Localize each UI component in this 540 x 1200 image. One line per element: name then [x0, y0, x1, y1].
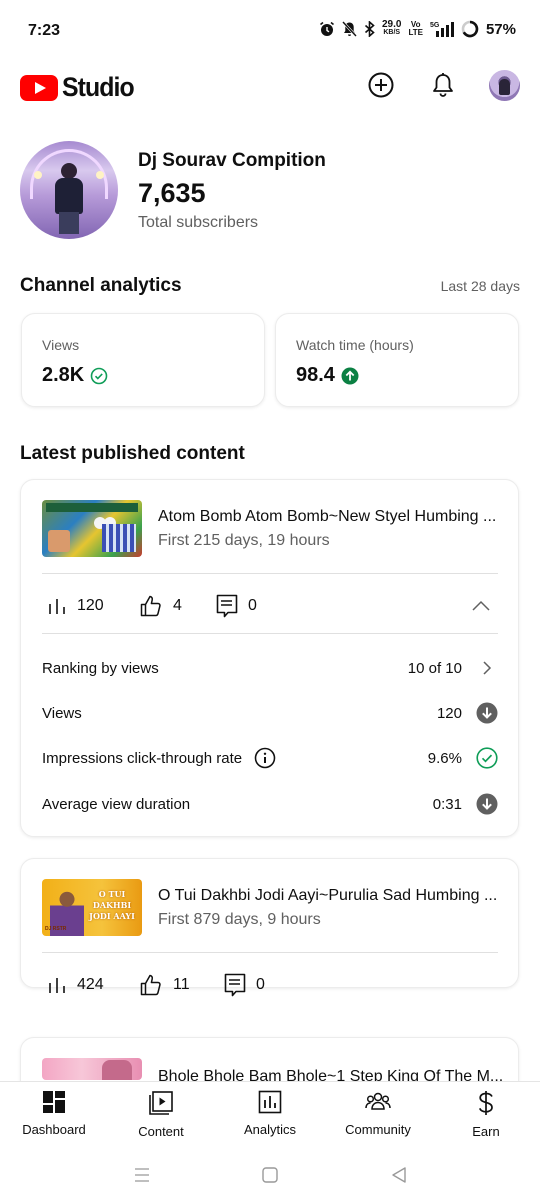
metric-value: 98.4 — [296, 364, 359, 387]
video-stats: 424 11 0 — [47, 972, 265, 998]
video-title[interactable]: Atom Bomb Atom Bomb~New Styel Humbing ..… — [158, 508, 503, 526]
logo-text: Studio — [62, 72, 135, 102]
menu-icon[interactable] — [130, 1163, 154, 1187]
community-icon — [365, 1092, 391, 1110]
views-stat: 424 — [47, 975, 139, 995]
ranking-row[interactable]: Ranking by views 10 of 10 — [42, 656, 498, 680]
subscriber-count: 7,635 — [138, 178, 206, 208]
video-subtitle: First 215 days, 19 hours — [158, 532, 330, 549]
analytics-icon — [258, 1090, 282, 1114]
back-icon[interactable] — [387, 1163, 411, 1187]
create-button[interactable] — [366, 70, 396, 100]
account-avatar[interactable] — [489, 70, 520, 101]
detail-label: Views — [42, 704, 82, 722]
detail-label: Average view duration — [42, 795, 191, 813]
youtube-logo-icon — [20, 74, 58, 101]
views-detail-row: Views 120 — [42, 701, 498, 725]
detail-label: Impressions click-through rate — [42, 747, 276, 769]
analytics-period: Last 28 days — [440, 278, 520, 294]
thumbs-up-icon — [140, 974, 161, 996]
net-speed: 29.0 KB/S — [381, 19, 402, 37]
detail-value: 10 of 10 — [407, 659, 462, 677]
channel-analytics-title: Channel analytics — [20, 275, 182, 296]
video-title[interactable]: O Tui Dakhbi Jodi Aayi~Purulia Sad Humbi… — [158, 887, 503, 905]
collapse-button[interactable] — [470, 595, 492, 617]
status-time: 7:23 — [28, 22, 61, 39]
battery-percent: 57% — [485, 20, 516, 38]
metric-value: 2.8K — [42, 364, 108, 387]
nav-community[interactable]: Community — [328, 1090, 428, 1137]
content-icon — [149, 1091, 173, 1115]
signal-icon: 5G — [430, 21, 454, 37]
comment-icon — [216, 594, 238, 618]
system-nav — [0, 1149, 540, 1200]
check-circle-icon — [476, 747, 498, 769]
latest-content-title: Latest published content — [20, 443, 245, 464]
likes-stat: 11 — [139, 973, 224, 997]
nav-content[interactable]: Content — [111, 1090, 211, 1139]
views-stat: 120 — [47, 596, 139, 616]
video-subtitle: First 879 days, 9 hours — [158, 911, 321, 928]
volte-indicator: Vo LTE — [408, 20, 423, 37]
app-header: Studio — [0, 62, 540, 112]
alarm-icon — [319, 21, 335, 37]
check-circle-icon — [90, 367, 108, 384]
video-card[interactable]: O TUI DAKHBI JODI AAYI DJ RSTR O Tui Dak… — [20, 858, 519, 997]
battery-icon — [461, 20, 479, 38]
detail-value: 9.6% — [427, 749, 462, 767]
thumbs-up-icon — [140, 595, 161, 617]
likes-stat: 4 — [139, 594, 216, 618]
arrow-down-circle-icon — [476, 793, 498, 815]
bottom-nav: Dashboard Content Analytics Community Ea… — [0, 1081, 540, 1149]
metric-label: Watch time (hours) — [296, 337, 414, 353]
comments-stat: 0 — [224, 973, 265, 997]
views-metric-card[interactable]: Views 2.8K — [21, 313, 265, 407]
divider — [42, 952, 498, 953]
studio-logo[interactable]: Studio — [20, 72, 140, 103]
nav-dashboard[interactable]: Dashboard — [4, 1090, 104, 1137]
divider — [42, 573, 498, 574]
notifications-button[interactable] — [428, 70, 458, 100]
bluetooth-icon — [364, 21, 375, 37]
video-stats: 120 4 0 — [47, 593, 257, 619]
arrow-down-circle-icon — [476, 702, 498, 724]
subscriber-label: Total subscribers — [138, 214, 259, 231]
comment-icon — [224, 973, 246, 997]
channel-avatar[interactable] — [20, 141, 118, 239]
metric-label: Views — [42, 337, 80, 353]
detail-value: 120 — [436, 704, 462, 722]
earn-icon — [478, 1091, 493, 1115]
dashboard-icon — [43, 1091, 65, 1113]
detail-label: Ranking by views — [42, 659, 159, 677]
divider — [42, 633, 498, 634]
views-bar-icon — [49, 599, 65, 614]
chevron-up-icon — [472, 600, 490, 611]
nav-analytics[interactable]: Analytics — [220, 1090, 320, 1137]
video-thumbnail[interactable] — [42, 500, 142, 557]
comments-stat: 0 — [216, 594, 257, 618]
ctr-detail-row: Impressions click-through rate 9.6% — [42, 746, 498, 770]
svg-text:5G: 5G — [430, 22, 440, 29]
video-card[interactable]: Atom Bomb Atom Bomb~New Styel Humbing ..… — [20, 479, 519, 837]
video-thumbnail[interactable]: O TUI DAKHBI JODI AAYI DJ RSTR — [42, 879, 142, 936]
watch-time-metric-card[interactable]: Watch time (hours) 98.4 — [275, 313, 519, 407]
status-icons: 29.0 KB/S Vo LTE 5G 57% — [319, 20, 516, 38]
create-icon — [368, 72, 394, 98]
home-icon[interactable] — [258, 1163, 282, 1187]
video-thumbnail[interactable] — [42, 1058, 142, 1080]
bell-icon — [433, 73, 453, 97]
info-icon[interactable] — [254, 747, 276, 769]
avg-duration-row: Average view duration 0:31 — [42, 792, 498, 816]
mute-icon — [342, 21, 357, 37]
views-bar-icon — [49, 978, 65, 993]
channel-name: Dj Sourav Compition — [138, 150, 326, 171]
detail-value: 0:31 — [432, 795, 462, 813]
chevron-right-icon — [483, 661, 492, 675]
arrow-up-circle-icon — [341, 367, 359, 384]
status-bar: 7:23 29.0 KB/S Vo LTE 5G 57% — [0, 0, 540, 62]
nav-earn[interactable]: Earn — [436, 1090, 536, 1139]
